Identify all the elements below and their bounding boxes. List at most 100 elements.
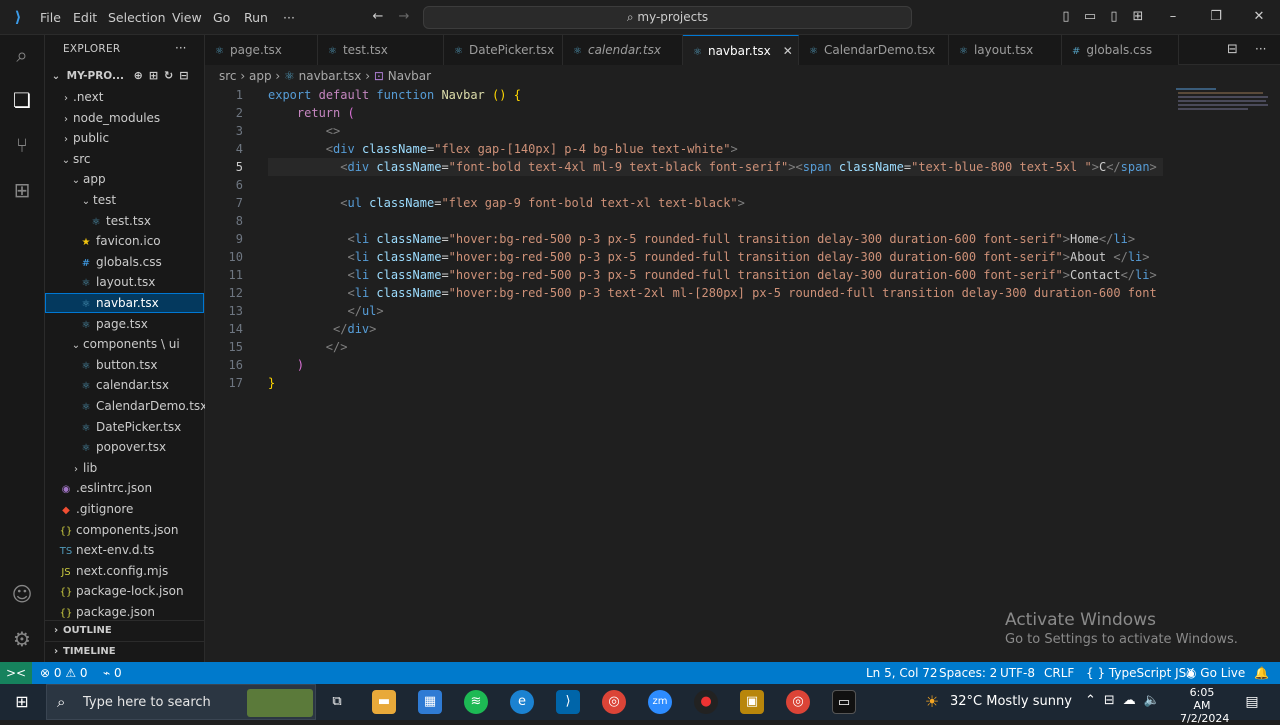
chrome-icon[interactable]: ◎ bbox=[602, 690, 626, 714]
json-file-icon: {} bbox=[59, 587, 73, 599]
store-icon[interactable]: ▦ bbox=[418, 690, 442, 714]
zoom-icon[interactable]: zm bbox=[648, 690, 672, 714]
tree-file[interactable]: ⚛ CalendarDemo.tsx bbox=[45, 396, 208, 416]
remote-indicator[interactable]: >< bbox=[0, 662, 32, 684]
tree-file[interactable]: ★ favicon.ico bbox=[45, 231, 204, 251]
problems-indicator[interactable]: ⊗ 0 ⚠ 0 bbox=[40, 662, 88, 684]
command-center-search[interactable]: ⌕ my-projects bbox=[423, 6, 912, 29]
tree-file[interactable]: ⚛ test.tsx bbox=[45, 211, 204, 231]
spotify-icon[interactable]: ≋ bbox=[464, 690, 488, 714]
tree-folder[interactable]: › public bbox=[45, 128, 204, 148]
menu-view[interactable]: View bbox=[172, 0, 202, 35]
close-window-icon[interactable]: ✕ bbox=[1251, 9, 1267, 25]
timeline-section[interactable]: › TIMELINE bbox=[45, 641, 204, 661]
explorer-toolbar-icons[interactable]: ⊕⊞↻⊟ bbox=[134, 69, 195, 82]
tree-folder[interactable]: ⌄ src bbox=[45, 149, 204, 169]
menu-more[interactable]: ··· bbox=[283, 0, 295, 35]
close-tab-icon[interactable]: ✕ bbox=[783, 44, 793, 58]
extensions-icon[interactable]: ⊞ bbox=[8, 176, 36, 204]
line-endings[interactable]: CRLF bbox=[1044, 662, 1074, 684]
editor-tab[interactable]: ⚛ CalendarDemo.tsx bbox=[799, 35, 949, 65]
tree-file[interactable]: {} package.json bbox=[45, 602, 204, 622]
menu-edit[interactable]: Edit bbox=[73, 0, 97, 35]
workspace-root[interactable]: ⌄ MY-PRO... ⊕⊞↻⊟ bbox=[45, 66, 204, 86]
menu-run[interactable]: Run bbox=[244, 0, 268, 35]
search-icon[interactable]: ⌕ bbox=[8, 41, 36, 69]
code-editor[interactable]: 1 2 3 4 5 6 7 8 9 10 11 12 13 14 15 16 1… bbox=[205, 86, 1270, 662]
minimize-icon[interactable]: – bbox=[1165, 9, 1181, 25]
tree-file[interactable]: {} package-lock.json bbox=[45, 581, 204, 601]
toggle-secondary-sidebar-icon[interactable]: ▯ bbox=[1106, 9, 1122, 25]
app-icon[interactable]: ● bbox=[694, 690, 718, 714]
terminal-icon[interactable]: ▭ bbox=[832, 690, 856, 714]
toggle-panel-icon[interactable]: ▭ bbox=[1082, 9, 1098, 25]
task-view-icon[interactable]: ⧉ bbox=[325, 690, 349, 714]
tree-file[interactable]: ⚛ navbar.tsx bbox=[45, 293, 204, 313]
weather-text[interactable]: 32°C Mostly sunny bbox=[950, 694, 1072, 709]
tree-file[interactable]: ◉ .eslintrc.json bbox=[45, 478, 204, 498]
menu-selection[interactable]: Selection bbox=[108, 0, 166, 35]
ports-indicator[interactable]: ⌁ 0 bbox=[103, 662, 122, 684]
tree-file[interactable]: JS next.config.mjs bbox=[45, 561, 204, 581]
tree-file[interactable]: ◆ .gitignore bbox=[45, 499, 204, 519]
tree-folder[interactable]: › lib bbox=[45, 458, 204, 478]
tree-file[interactable]: {} components.json bbox=[45, 520, 204, 540]
tree-folder[interactable]: › node_modules bbox=[45, 108, 204, 128]
editor-tab[interactable]: ⚛ page.tsx bbox=[205, 35, 318, 65]
file-explorer-icon[interactable]: ▬ bbox=[372, 690, 396, 714]
breadcrumb-src[interactable]: src bbox=[219, 69, 237, 83]
editor-tab[interactable]: ⚛ navbar.tsx ✕ bbox=[683, 35, 799, 65]
menu-file[interactable]: File bbox=[40, 0, 61, 35]
editor-tab[interactable]: ⚛ layout.tsx bbox=[949, 35, 1062, 65]
cursor-position[interactable]: Ln 5, Col 72 bbox=[866, 662, 938, 684]
outline-section[interactable]: › OUTLINE bbox=[45, 620, 204, 640]
breadcrumb-app[interactable]: app bbox=[249, 69, 272, 83]
more-actions-icon[interactable]: ··· bbox=[175, 41, 186, 55]
breadcrumb-symbol[interactable]: Navbar bbox=[388, 69, 431, 83]
editor-tab[interactable]: ⚛ test.tsx bbox=[318, 35, 444, 65]
menu-go[interactable]: Go bbox=[213, 0, 230, 35]
tree-file[interactable]: TS next-env.d.ts bbox=[45, 540, 204, 560]
system-tray-icons[interactable]: ⌃⊟☁🔈 bbox=[1085, 693, 1168, 708]
customize-layout-icon[interactable]: ⊞ bbox=[1130, 9, 1146, 25]
settings-gear-icon[interactable]: ⚙ bbox=[8, 625, 36, 653]
split-editor-icon[interactable]: ⊟ bbox=[1227, 42, 1238, 57]
forward-arrow-icon[interactable]: → bbox=[396, 9, 412, 25]
windows-start-icon[interactable]: ⊞ bbox=[10, 690, 34, 714]
encoding[interactable]: UTF-8 bbox=[1000, 662, 1035, 684]
editor-tab[interactable]: ⚛ calendar.tsx bbox=[563, 35, 683, 65]
clock[interactable]: 6:05 AM 7/2/2024 bbox=[1180, 686, 1229, 725]
editor-tab[interactable]: # globals.css bbox=[1062, 35, 1179, 65]
toggle-sidebar-icon[interactable]: ▯ bbox=[1058, 9, 1074, 25]
tree-folder[interactable]: › .next bbox=[45, 87, 204, 107]
tree-file[interactable]: # globals.css bbox=[45, 252, 204, 272]
edge-icon[interactable]: e bbox=[510, 690, 534, 714]
tree-file[interactable]: ⚛ page.tsx bbox=[45, 314, 204, 334]
chrome-profile-icon[interactable]: ◎ bbox=[786, 690, 810, 714]
tree-folder[interactable]: ⌄ app bbox=[45, 169, 204, 189]
editor-tab[interactable]: ⚛ DatePicker.tsx bbox=[444, 35, 563, 65]
breadcrumb-file[interactable]: navbar.tsx bbox=[299, 69, 362, 83]
tree-file[interactable]: ⚛ DatePicker.tsx bbox=[45, 417, 204, 437]
notification-center-icon[interactable]: ▤ bbox=[1240, 690, 1264, 714]
tree-file[interactable]: ⚛ button.tsx bbox=[45, 355, 204, 375]
app-icon-2[interactable]: ▣ bbox=[740, 690, 764, 714]
notifications-bell-icon[interactable]: 🔔 bbox=[1254, 662, 1269, 684]
indentation[interactable]: Spaces: 2 bbox=[939, 662, 997, 684]
taskbar-search-box[interactable]: ⌕ Type here to search bbox=[46, 684, 316, 720]
tree-file[interactable]: ⚛ layout.tsx bbox=[45, 272, 204, 292]
language-mode[interactable]: { } TypeScript JSX bbox=[1086, 662, 1194, 684]
vscode-taskbar-icon[interactable]: ⟩ bbox=[556, 690, 580, 714]
restore-icon[interactable]: ❐ bbox=[1208, 9, 1224, 25]
explorer-files-icon[interactable]: ❏ bbox=[8, 86, 36, 114]
account-icon[interactable]: ☺ bbox=[8, 580, 36, 608]
tree-folder[interactable]: ⌄ components \ ui bbox=[45, 334, 204, 354]
source-control-icon[interactable]: ⑂ bbox=[8, 131, 36, 159]
tree-file[interactable]: ⚛ calendar.tsx bbox=[45, 375, 204, 395]
tree-file[interactable]: ⚛ popover.tsx bbox=[45, 437, 204, 457]
go-live-button[interactable]: ◉ Go Live bbox=[1186, 662, 1245, 684]
tree-folder[interactable]: ⌄ test bbox=[45, 190, 204, 210]
minimap[interactable] bbox=[1170, 86, 1270, 126]
more-actions-icon[interactable]: ··· bbox=[1255, 42, 1266, 56]
back-arrow-icon[interactable]: ← bbox=[370, 9, 386, 25]
